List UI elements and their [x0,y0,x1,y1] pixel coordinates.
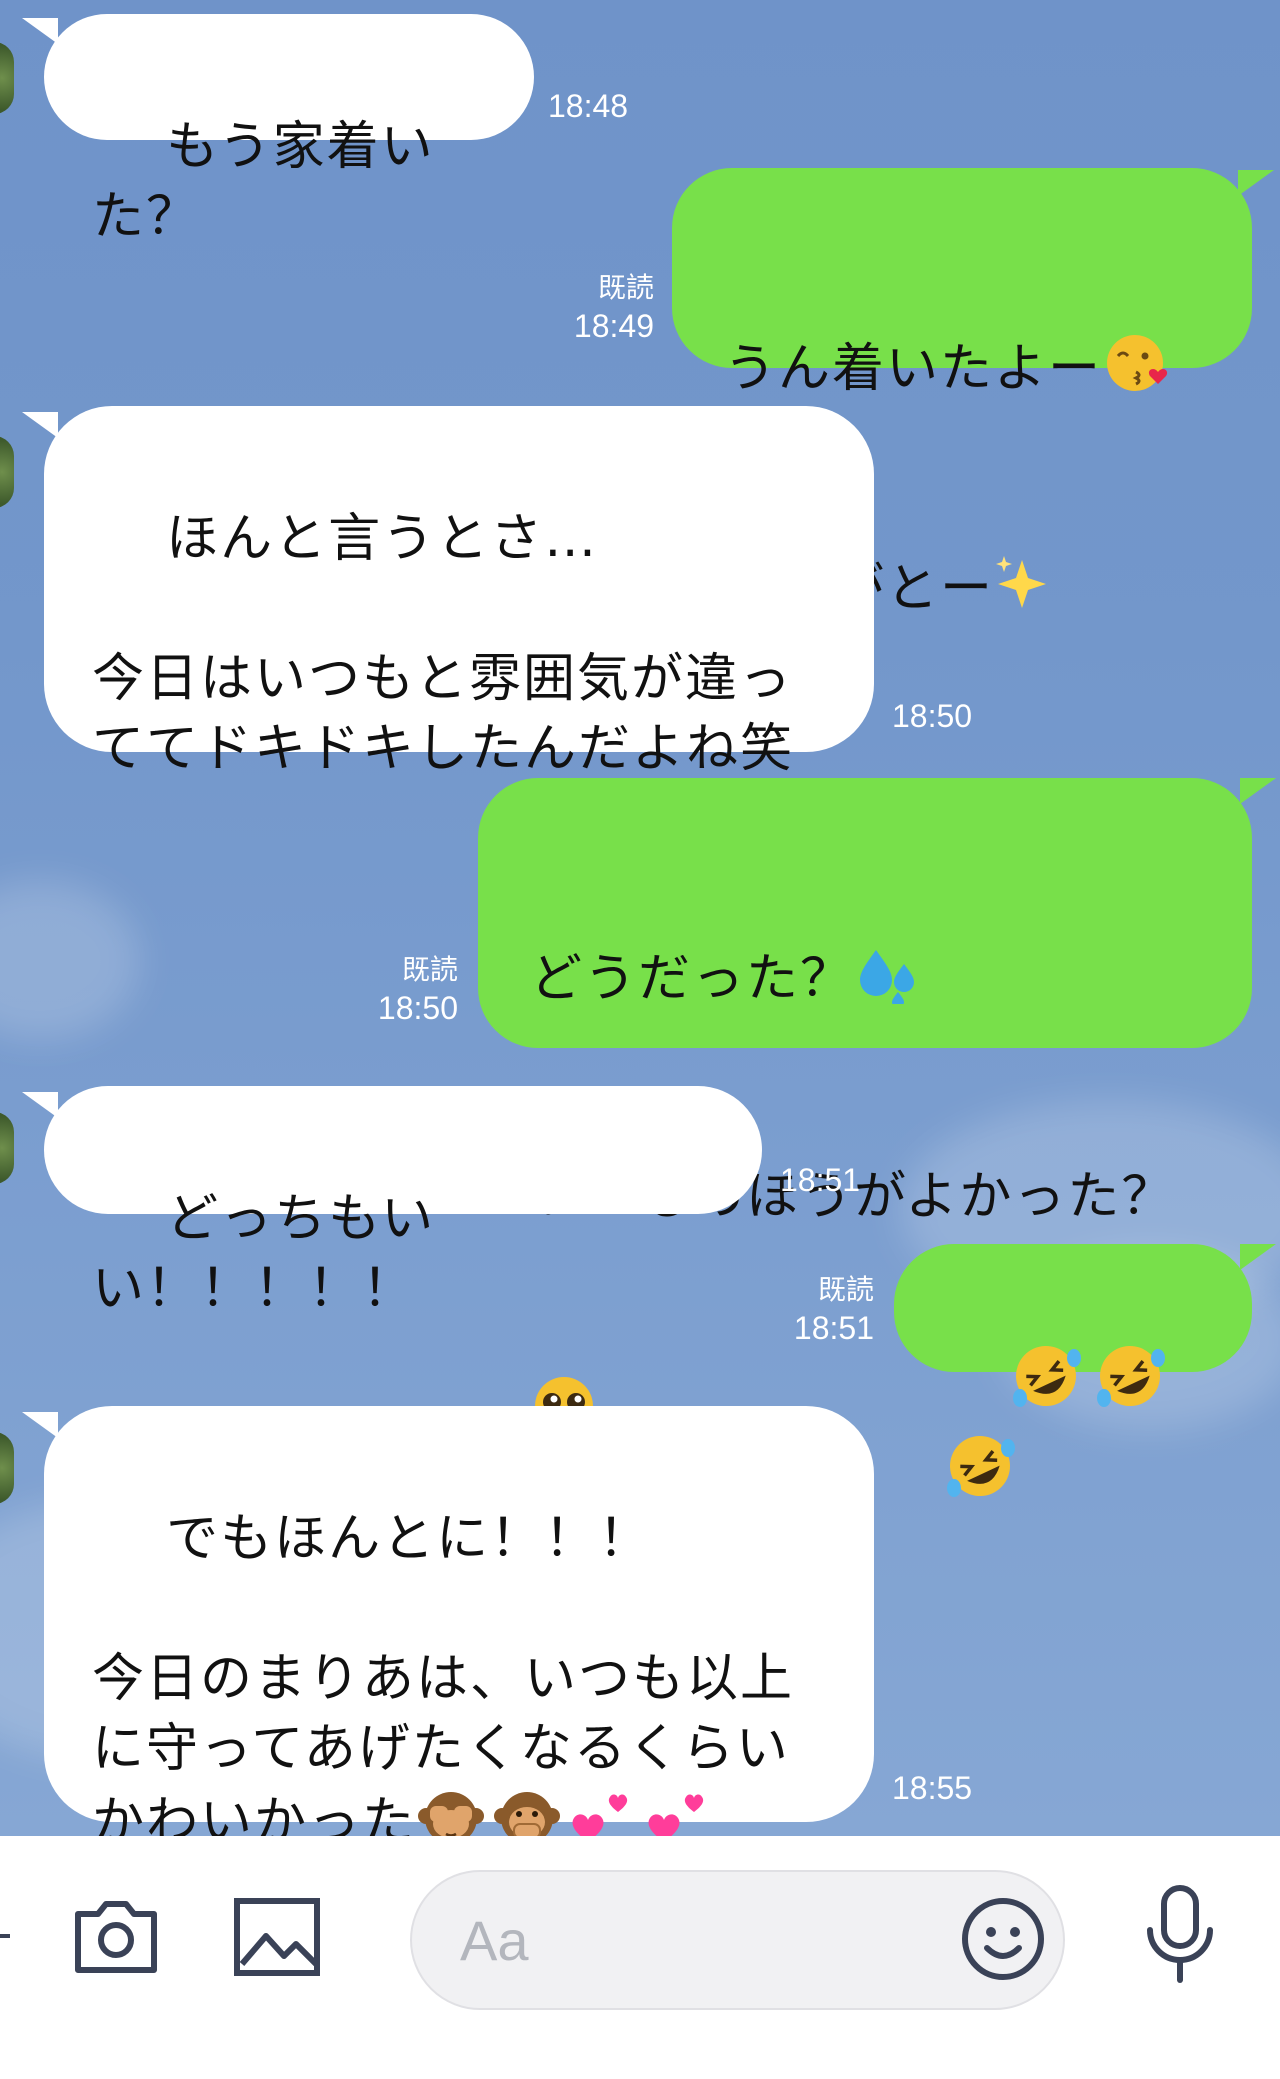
back-arrow-icon[interactable] [0,1934,10,1938]
outgoing-message[interactable]: どうだった？ いつものほうがよかった？ [478,778,1252,1435]
two-hearts-emoji [644,1784,714,1836]
message-meta: 既読 18:49 [548,270,654,346]
incoming-message[interactable]: もう家着いた？ [44,14,534,247]
message-meta: 既読 18:51 [768,1272,874,1348]
speak-no-evil-monkey-emoji [492,1784,562,1836]
incoming-message[interactable]: でもほんとに！！！ 今日のまりあは、いつも以上 に守ってあげたくなるくらい かわ… [44,1406,874,1836]
outgoing-message[interactable] [894,1244,1252,1497]
avatar[interactable] [0,42,14,114]
message-time: 18:51 [793,1310,874,1346]
outgoing-message[interactable]: うん着いたよー ありがとー [672,168,1252,619]
avatar[interactable] [0,1112,14,1184]
bubble-tail [22,18,58,44]
message-time: 18:55 [892,1770,973,1806]
sweat-droplets-emoji [854,942,924,1022]
camera-icon[interactable] [70,1896,162,1980]
rolling-laughing-emoji [1092,1340,1168,1430]
rolling-laughing-emoji [1008,1340,1084,1430]
bubble-tail [22,412,58,438]
bubble-tail [1238,170,1274,196]
chat-area[interactable]: もう家着いた？ 18:48 うん着いたよー ありがとー 既読 18:49 ほんと… [0,0,1280,1836]
incoming-message[interactable]: ほんと言うとさ… 今日はいつもと雰囲気が違っ ててドキドキしたんだよね笑 [44,406,874,779]
message-input-placeholder: Aa [460,1909,529,1972]
incoming-message[interactable]: どっちもいい！！！！！ [44,1086,762,1319]
bubble-tail [1240,1244,1276,1270]
bubble-tail [22,1092,58,1118]
message-text: どうだった？ [530,949,855,1009]
message-meta: 18:48 [548,86,628,126]
message-time: 18:50 [892,698,973,734]
read-receipt: 既読 [817,1274,874,1305]
message-time: 18:49 [573,308,654,344]
bubble-tail [1240,778,1276,804]
sparkles-emoji [994,552,1054,632]
message-text: ほんと言うとさ… 今日はいつもと雰囲気が違っ ててドキドキしたんだよね笑 [92,509,795,779]
avatar[interactable] [0,436,14,508]
message-time: 18:50 [377,990,458,1026]
message-input[interactable]: Aa [410,1870,1065,2010]
message-meta: 18:55 [892,1768,972,1808]
read-receipt: 既読 [597,272,654,303]
see-no-evil-monkey-emoji [416,1784,486,1836]
smile-icon[interactable] [960,1896,1046,1986]
kiss-heart-emoji [1102,332,1172,412]
message-text: うん着いたよー [724,339,1103,399]
message-text: どっちもいい！！！！！ [92,1189,436,1319]
two-hearts-emoji [568,1784,638,1836]
bubble-tail [22,1412,58,1438]
message-meta: 18:50 [892,696,972,736]
avatar[interactable] [0,1432,14,1504]
input-bar: Aa [0,1836,1280,2079]
message-time: 18:48 [548,88,629,124]
message-meta: 18:51 [780,1160,860,1200]
message-meta: 既読 18:50 [352,952,458,1028]
message-time: 18:51 [780,1162,861,1198]
microphone-icon[interactable] [1140,1882,1220,1990]
image-icon[interactable] [232,1896,322,1982]
message-text: もう家着いた？ [92,117,435,247]
read-receipt: 既読 [401,954,458,985]
rolling-laughing-emoji [942,1430,1018,1520]
